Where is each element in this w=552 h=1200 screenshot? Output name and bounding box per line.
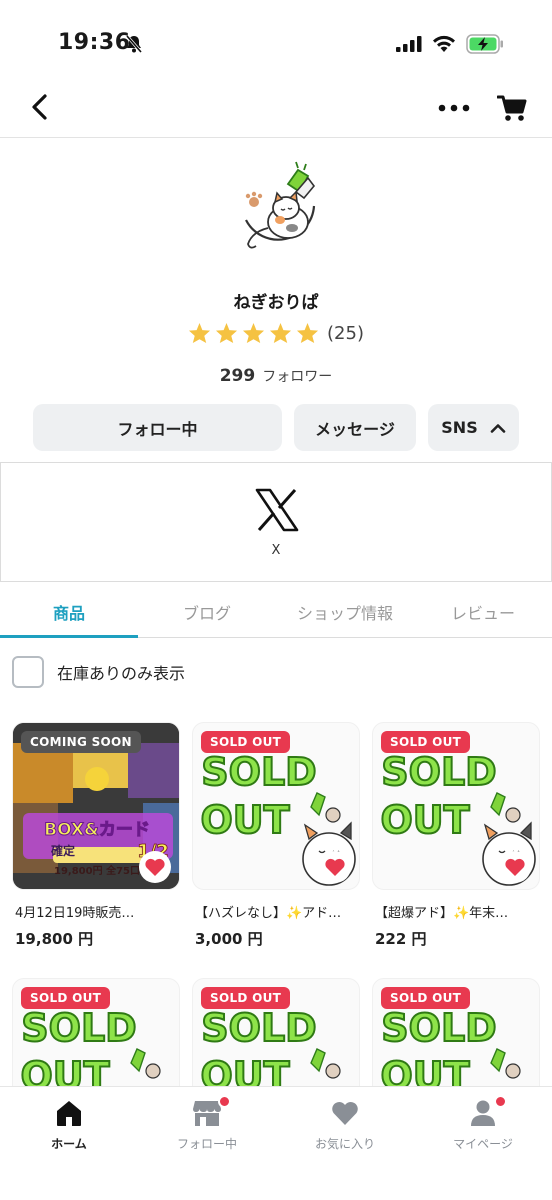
sold-out-art-line1: SOLD xyxy=(201,1006,316,1050)
x-logo-icon[interactable] xyxy=(255,488,299,532)
bell-muted-icon xyxy=(125,35,143,53)
sns-links-panel: X xyxy=(0,462,552,582)
sold-out-badge: SOLD OUT xyxy=(21,987,111,1009)
following-button[interactable]: フォロー中 xyxy=(33,404,282,451)
status-time: 19:36 xyxy=(58,30,131,55)
like-button[interactable] xyxy=(319,851,351,883)
like-button[interactable] xyxy=(499,851,531,883)
followers-row[interactable]: 299 フォロワー xyxy=(0,366,552,386)
promo-sub: 確定 xyxy=(51,843,75,858)
shop-name: ねぎおりぱ xyxy=(233,293,319,313)
product-image: BOX&カード 確定 1/2 19,800円 全75口 COMING SOON xyxy=(12,722,180,890)
like-button[interactable] xyxy=(139,851,171,883)
heart-icon xyxy=(145,858,165,876)
more-options-icon[interactable] xyxy=(438,104,470,112)
sold-out-badge: SOLD OUT xyxy=(381,731,471,753)
sold-out-art-line1: SOLD xyxy=(381,750,496,794)
bottom-tab-favorites[interactable]: お気に入り xyxy=(276,1097,414,1152)
sold-out-badge: SOLD OUT xyxy=(381,987,471,1009)
status-bar: 19:36 xyxy=(0,0,552,80)
bottom-tab-home[interactable]: ホーム xyxy=(0,1097,138,1152)
sns-toggle-button[interactable]: SNS xyxy=(428,404,519,451)
followers-count: 299 xyxy=(219,366,256,386)
product-price: 3,000 円 xyxy=(195,930,263,948)
sold-out-art-line1: SOLD xyxy=(381,1006,496,1050)
cart-icon[interactable] xyxy=(497,94,527,122)
nav-bar xyxy=(0,80,552,138)
product-card[interactable]: SOLD OUT SOLD OUT 【ハズレなし】✨アド… 3,000 円 xyxy=(192,722,360,949)
heart-icon xyxy=(325,858,345,876)
shop-tabs: 商品 ブログ ショップ情報 レビュー xyxy=(0,590,552,638)
promo-price: 19,800円 全75口 xyxy=(54,864,140,877)
tab-reviews[interactable]: レビュー xyxy=(414,590,552,637)
bottom-tab-following[interactable]: フォロー中 xyxy=(138,1095,276,1152)
bottom-tab-following-label: フォロー中 xyxy=(176,1137,237,1151)
chevron-up-icon xyxy=(490,423,506,433)
star-icon xyxy=(269,322,292,344)
store-icon-wrap xyxy=(192,1095,231,1129)
home-icon xyxy=(57,1101,81,1126)
battery-charging-icon xyxy=(466,34,503,54)
x-link-label[interactable]: X xyxy=(1,543,551,558)
sold-out-art-line1: SOLD xyxy=(21,1006,136,1050)
in-stock-filter[interactable]: 在庫ありのみ表示 xyxy=(12,656,185,688)
sold-out-art-line2: OUT xyxy=(380,798,469,842)
coming-soon-badge: COMING SOON xyxy=(21,731,141,753)
message-button-label: メッセージ xyxy=(315,419,395,439)
star-icon xyxy=(296,322,319,344)
tab-blog[interactable]: ブログ xyxy=(138,590,276,637)
bottom-tab-home-label: ホーム xyxy=(51,1137,87,1151)
sns-button-label: SNS xyxy=(441,418,478,437)
sold-out-badge: SOLD OUT xyxy=(201,987,291,1009)
bottom-tab-favorites-label: お気に入り xyxy=(314,1137,375,1151)
product-title: 4月12日19時販売… xyxy=(15,906,135,921)
product-price: 19,800 円 xyxy=(15,930,94,948)
sold-out-art-line1: SOLD xyxy=(201,750,316,794)
bottom-tab-mypage-label: マイページ xyxy=(453,1137,513,1151)
in-stock-checkbox[interactable] xyxy=(12,656,44,688)
sold-out-badge: SOLD OUT xyxy=(201,731,291,753)
star-icon xyxy=(215,322,238,344)
message-button[interactable]: メッセージ xyxy=(294,404,416,451)
rating-row[interactable]: (25) xyxy=(0,322,552,344)
product-image: SOLD OUT SOLD OUT xyxy=(192,722,360,890)
product-image: SOLD OUT SOLD OUT xyxy=(372,722,540,890)
product-title: 【ハズレなし】✨アド… xyxy=(195,906,342,921)
tab-shop-info[interactable]: ショップ情報 xyxy=(276,590,414,637)
notification-dot xyxy=(218,1095,231,1108)
heart-icon xyxy=(505,858,525,876)
review-count: (25) xyxy=(327,322,364,344)
product-price: 222 円 xyxy=(375,930,427,948)
following-button-label: フォロー中 xyxy=(117,419,198,439)
product-card[interactable]: BOX&カード 確定 1/2 19,800円 全75口 COMING SOON … xyxy=(12,722,180,949)
star-icon xyxy=(188,322,211,344)
heart-icon xyxy=(332,1101,358,1125)
star-icon xyxy=(242,322,265,344)
bottom-tab-mypage[interactable]: マイページ xyxy=(414,1095,552,1152)
back-chevron-icon[interactable] xyxy=(26,92,56,122)
product-card[interactable]: SOLD OUT SOLD OUT 【超爆アド】✨年末… 222 円 xyxy=(372,722,540,949)
cell-signal-icon xyxy=(396,36,422,52)
tab-products[interactable]: 商品 xyxy=(0,590,138,638)
person-icon-wrap xyxy=(468,1095,507,1129)
in-stock-label: 在庫ありのみ表示 xyxy=(57,664,186,683)
promo-headline: BOX&カード xyxy=(44,820,150,840)
wifi-icon xyxy=(433,35,455,52)
sold-out-art-line2: OUT xyxy=(200,798,289,842)
notification-dot xyxy=(494,1095,507,1108)
followers-label: フォロワー xyxy=(262,369,333,385)
product-title: 【超爆アド】✨年末… xyxy=(375,906,509,921)
shop-avatar xyxy=(245,161,316,249)
bottom-tab-bar: ホーム フォロー中 お気に入り マイページ xyxy=(0,1086,552,1200)
